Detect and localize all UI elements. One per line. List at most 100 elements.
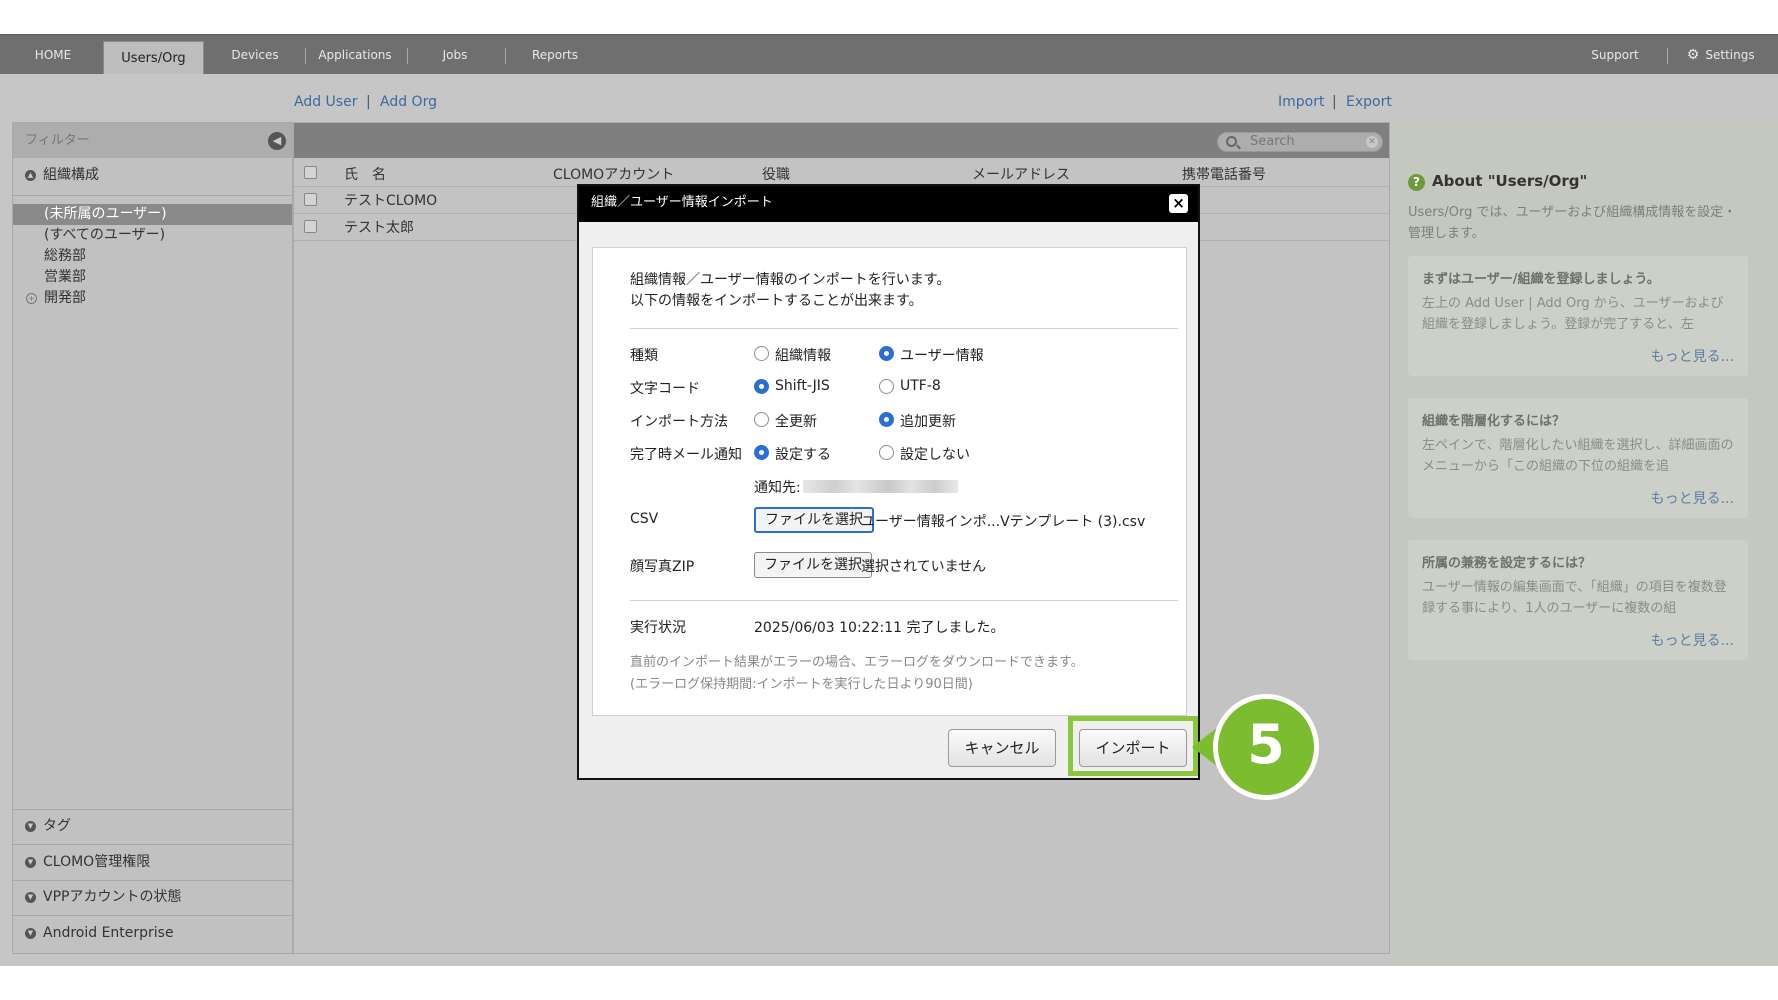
more-link[interactable]: もっと見る...: [1651, 488, 1734, 508]
radio-charset-sjis[interactable]: [754, 379, 769, 394]
error-log-note: 直前のインポート結果がエラーの場合、エラーログをダウンロードできます。: [630, 655, 1084, 670]
select-all-checkbox[interactable]: [304, 166, 317, 179]
csv-label: CSV: [630, 511, 659, 527]
column-email[interactable]: メールアドレス: [972, 164, 1070, 184]
mail-label: 完了時メール通知: [630, 447, 742, 463]
section-label: CLOMO管理権限: [43, 854, 151, 870]
help-card-title: 所属の兼務を設定するには？: [1422, 556, 1592, 571]
chevron-down-icon: ▼: [25, 892, 36, 903]
org-section-label: 組織構成: [43, 167, 99, 183]
section-vpp[interactable]: ▼ VPPアカウントの状態: [13, 880, 292, 915]
radio-label: UTF-8: [900, 378, 941, 394]
tab-users-org[interactable]: Users/Org: [103, 41, 204, 76]
chevron-up-icon: ▲: [25, 170, 36, 181]
highlight-box: [1068, 716, 1198, 776]
list-toolbar: Search ✕: [294, 123, 1389, 158]
radio-label: 全更新: [775, 414, 817, 430]
charset-label: 文字コード: [630, 381, 700, 397]
radio-mail-on[interactable]: [754, 445, 769, 460]
section-tags[interactable]: ▼ タグ: [13, 809, 292, 844]
help-card: まずはユーザー/組織を登録しましょう。 左上の Add User | Add O…: [1408, 256, 1748, 376]
help-title-text: About "Users/Org": [1432, 172, 1588, 190]
kind-label: 種類: [630, 348, 658, 364]
dialog-header: 組織／ユーザー情報インポート ×: [579, 186, 1198, 222]
chevron-down-icon: ▼: [25, 928, 36, 939]
filter-header: フィルター ◀: [13, 123, 292, 158]
column-position[interactable]: 役職: [762, 164, 790, 184]
zip-file-button[interactable]: ファイルを選択: [754, 552, 872, 578]
help-card: 所属の兼務を設定するには？ ユーザー情報の編集画面で、「組織」の項目を複数登録す…: [1408, 540, 1748, 660]
add-org-link[interactable]: Add Org: [380, 94, 437, 110]
collapse-left-icon[interactable]: ◀: [268, 132, 286, 150]
nav-divider: [1667, 48, 1668, 64]
more-link[interactable]: もっと見る...: [1651, 630, 1734, 650]
clear-icon[interactable]: ✕: [1366, 136, 1378, 148]
tab-applications[interactable]: Applications: [315, 35, 395, 75]
support-link[interactable]: Support: [1585, 35, 1645, 75]
link-separator: |: [1332, 94, 1337, 110]
search-placeholder: Search: [1250, 134, 1295, 149]
radio-kind-user[interactable]: [879, 346, 894, 361]
import-link[interactable]: Import: [1278, 94, 1324, 110]
help-card-body: 左ペインで、階層化したい組織を選択し、詳細画面のメニューから「この組織の下位の組…: [1422, 438, 1734, 474]
tree-item-general-affairs[interactable]: 総務部: [13, 246, 292, 267]
tab-reports[interactable]: Reports: [525, 35, 585, 75]
chevron-down-icon: ▼: [25, 857, 36, 868]
org-section-header[interactable]: ▲ 組織構成: [13, 158, 292, 193]
row-checkbox[interactable]: [304, 193, 317, 206]
tree-item-all-users[interactable]: (すべてのユーザー): [13, 225, 292, 246]
export-link[interactable]: Export: [1346, 94, 1392, 110]
settings-link[interactable]: Settings: [1701, 35, 1759, 75]
gear-icon[interactable]: ⚙: [1683, 35, 1703, 75]
help-card-body: 左上の Add User | Add Org から、ユーザーおよび組織を登録しま…: [1422, 296, 1724, 332]
add-user-link[interactable]: Add User: [294, 94, 357, 110]
help-title: ? About "Users/Org": [1408, 172, 1588, 191]
column-clomo-account[interactable]: CLOMOアカウント: [553, 164, 674, 184]
section-android-enterprise[interactable]: ▼ Android Enterprise: [13, 916, 292, 951]
status-label: 実行状況: [630, 620, 686, 636]
radio-kind-org[interactable]: [754, 346, 769, 361]
tab-devices[interactable]: Devices: [224, 35, 286, 75]
section-label: Android Enterprise: [43, 925, 174, 941]
csv-file-button[interactable]: ファイルを選択: [754, 507, 874, 533]
expand-icon[interactable]: +: [26, 293, 37, 304]
row-checkbox[interactable]: [304, 220, 317, 233]
nav-divider: [505, 48, 506, 64]
table-row-name[interactable]: テストCLOMO: [344, 190, 437, 210]
help-panel: ? About "Users/Org" Users/Org では、ユーザーおよび…: [1390, 122, 1778, 966]
tree-item-development[interactable]: + 開発部: [13, 288, 292, 309]
more-link[interactable]: もっと見る...: [1651, 346, 1734, 366]
tree-item-unassigned[interactable]: (未所属のユーザー): [13, 204, 292, 225]
section-clomo-admin[interactable]: ▼ CLOMO管理権限: [13, 845, 292, 880]
radio-mail-off[interactable]: [879, 445, 894, 460]
tree-item-label: 開発部: [44, 290, 86, 306]
search-input[interactable]: Search ✕: [1217, 132, 1383, 152]
cancel-button[interactable]: キャンセル: [948, 729, 1056, 767]
close-icon[interactable]: ×: [1169, 194, 1188, 213]
csv-file-name: ユーザー情報インポ...Vテンプレート (3).csv: [861, 514, 1146, 530]
radio-label: ユーザー情報: [900, 348, 984, 364]
column-name[interactable]: 氏 名: [344, 164, 386, 184]
radio-method-full[interactable]: [754, 412, 769, 427]
dialog-body: 組織情報／ユーザー情報のインポートを行います。 以下の情報をインポートすることが…: [592, 247, 1187, 716]
divider: [630, 600, 1178, 601]
radio-label: 追加更新: [900, 414, 956, 430]
tab-home[interactable]: HOME: [22, 35, 84, 75]
nav-divider: [407, 48, 408, 64]
radio-method-append[interactable]: [879, 412, 894, 427]
radio-label: 設定しない: [900, 447, 970, 463]
table-row-name[interactable]: テスト太郎: [344, 217, 414, 237]
chevron-down-icon: ▼: [25, 821, 36, 832]
filter-title: フィルター: [25, 133, 90, 148]
tab-jobs[interactable]: Jobs: [430, 35, 480, 75]
intro-line-1: 組織情報／ユーザー情報のインポートを行います。: [630, 272, 951, 288]
step-badge: 5: [1213, 694, 1319, 800]
link-separator: |: [366, 94, 371, 110]
intro-line-2: 以下の情報をインポートすることが出来ます。: [630, 293, 923, 309]
tree-item-sales[interactable]: 営業部: [13, 267, 292, 288]
column-mobile[interactable]: 携帯電話番号: [1182, 164, 1266, 184]
radio-charset-utf8[interactable]: [879, 379, 894, 394]
zip-file-name: 選択されていません: [861, 559, 987, 575]
help-description: Users/Org では、ユーザーおよび組織構成情報を設定・管理します。: [1408, 205, 1737, 241]
zip-label: 顔写真ZIP: [630, 559, 695, 575]
